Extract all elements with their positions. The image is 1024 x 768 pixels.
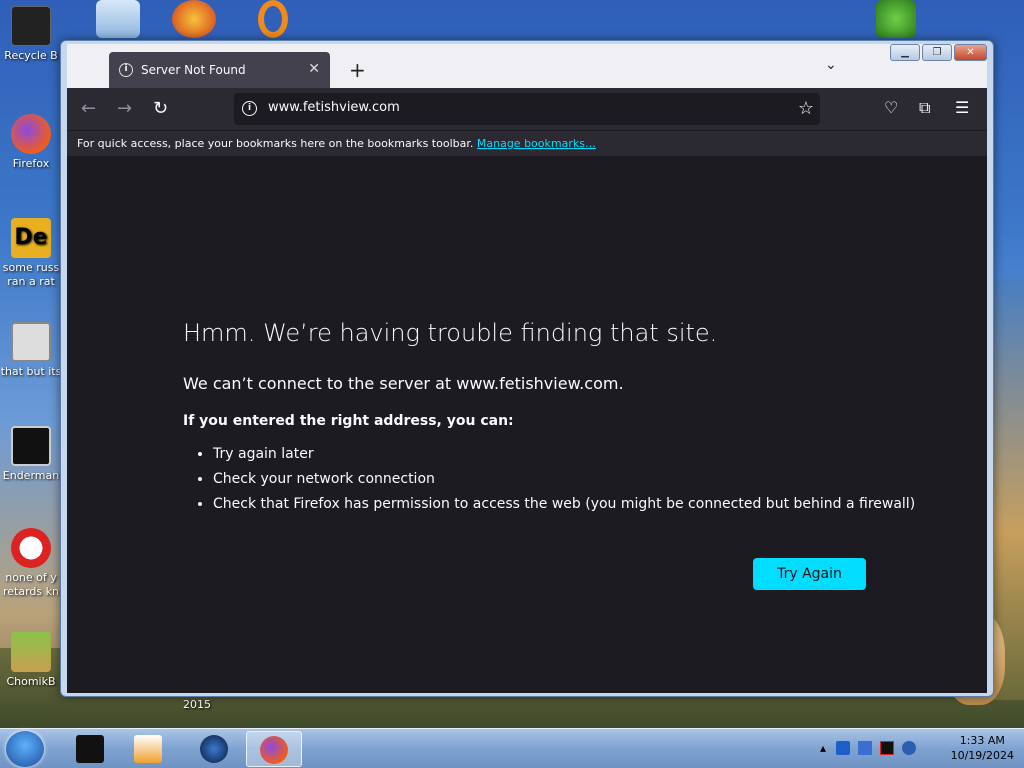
firefox-window: i Server Not Found ✕ + ⌄ ▁ ❐ ✕ ← → ↻ i w… [60, 40, 994, 697]
list-item: Check that Firefox has permission to acc… [213, 496, 915, 512]
dino-icon [11, 528, 51, 568]
list-item: Try again later [213, 446, 915, 462]
recycle-bin-desktop-icon[interactable]: Recycle B [0, 6, 62, 63]
desktop-icon-label: some russ [2, 261, 60, 274]
tab-title: Server Not Found [141, 63, 246, 77]
menu-hamburger-icon[interactable]: ☰ [955, 98, 969, 117]
url-bar[interactable]: i www.fetishview.com ☆ [234, 93, 820, 125]
desktop-icon-label: Firefox [12, 157, 50, 170]
p-app-icon[interactable] [172, 0, 216, 38]
desktop-icon-label-line2: ran a rat [7, 275, 55, 288]
list-item: Check your network connection [213, 471, 915, 487]
system-tray-icons: ▴ [820, 741, 916, 755]
wallpaper-year-text: 2015 [183, 698, 211, 711]
dino-desktop-icon[interactable]: none of y retards kn [0, 528, 62, 599]
firefox-icon [260, 736, 288, 764]
manage-bookmarks-link[interactable]: Manage bookmarks… [477, 137, 596, 150]
try-again-button[interactable]: Try Again [753, 558, 866, 590]
window-controls: ▁ ❐ ✕ [890, 44, 987, 61]
media-player-icon [134, 735, 162, 763]
de-logo-icon: De [11, 218, 51, 258]
de-desktop-icon[interactable]: De some russ ran a rat [0, 218, 62, 289]
battery-icon[interactable] [880, 741, 894, 755]
minimize-button[interactable]: ▁ [890, 44, 920, 61]
desktop-icon-label: Recycle B [4, 49, 58, 62]
desktop-icon-label-line2: retards kn [3, 585, 59, 598]
reload-icon[interactable]: ↻ [153, 98, 168, 119]
enderman-desktop-icon[interactable]: Enderman [0, 426, 62, 483]
copy-desktop-icon[interactable]: that but its [0, 322, 62, 379]
system-clock[interactable]: 1:33 AM 10/19/2024 [951, 733, 1014, 763]
forward-arrow-icon[interactable]: → [117, 98, 132, 119]
orange-ring-icon[interactable] [258, 0, 288, 38]
clock-time: 1:33 AM [959, 734, 1005, 747]
start-button[interactable] [6, 731, 44, 767]
pocket-icon[interactable]: ♡ [884, 98, 898, 117]
error-heading: Hmm. We’re having trouble finding that s… [183, 319, 718, 347]
close-window-button[interactable]: ✕ [954, 44, 987, 61]
bookmarks-toolbar: For quick access, place your bookmarks h… [67, 130, 987, 156]
site-info-icon[interactable]: i [242, 101, 257, 116]
tab-server-not-found[interactable]: i Server Not Found ✕ [109, 52, 330, 88]
close-tab-icon[interactable]: ✕ [308, 61, 320, 77]
list-tabs-chevron-icon[interactable]: ⌄ [825, 57, 837, 73]
taskbar-app-cube[interactable] [62, 731, 118, 767]
black-cube-icon [76, 735, 104, 763]
desktop-icon-label: ChomikB [6, 675, 56, 688]
info-icon: i [119, 63, 133, 77]
error-page: Hmm. We’re having trouble finding that s… [67, 156, 987, 693]
network-icon[interactable] [858, 741, 872, 755]
clock-date: 10/19/2024 [950, 749, 1014, 762]
volume-icon[interactable] [902, 741, 916, 755]
taskbar-app-media[interactable] [120, 731, 176, 767]
bookmark-star-icon[interactable]: ☆ [798, 98, 814, 119]
back-arrow-icon[interactable]: ← [81, 98, 96, 119]
url-text: www.fetishview.com [268, 100, 400, 115]
globe-icon [200, 735, 228, 763]
maximize-button[interactable]: ❐ [922, 44, 952, 61]
nav-toolbar: ← → ↻ i www.fetishview.com ☆ ♡ ⧉ ☰ [67, 88, 987, 130]
shield-icon[interactable] [836, 741, 850, 755]
notepad-icon[interactable] [96, 0, 140, 38]
taskbar-app-firefox[interactable] [246, 731, 302, 767]
new-tab-button[interactable]: + [349, 58, 366, 82]
suggestions-list: Try again later Check your network conne… [197, 446, 915, 521]
firefox-icon [11, 114, 51, 154]
green-creature-icon[interactable] [876, 0, 916, 38]
taskbar-app-globe[interactable] [186, 731, 242, 767]
recycle-bin-icon [11, 6, 51, 46]
show-hidden-icons-chevron-icon[interactable]: ▴ [820, 741, 828, 755]
tab-bar: i Server Not Found ✕ + ⌄ [67, 44, 987, 88]
desktop-icon-label: that but its [0, 365, 62, 378]
taskbar: ▴ 1:33 AM 10/19/2024 [0, 728, 1024, 768]
firefox-desktop-icon[interactable]: Firefox [0, 114, 62, 171]
chomik-desktop-icon[interactable]: ChomikB [0, 632, 62, 689]
desktop-icon-label: Enderman [2, 469, 60, 482]
extensions-icon[interactable]: ⧉ [919, 98, 930, 118]
chomik-box-icon [11, 632, 51, 672]
error-subheading: If you entered the right address, you ca… [183, 413, 514, 429]
desktop-icon-label: none of y [5, 571, 57, 584]
error-message: We can’t connect to the server at www.fe… [183, 374, 624, 393]
terminal-icon [11, 426, 51, 466]
bookmarks-hint-text: For quick access, place your bookmarks h… [77, 137, 474, 150]
stacked-windows-icon [11, 322, 51, 362]
